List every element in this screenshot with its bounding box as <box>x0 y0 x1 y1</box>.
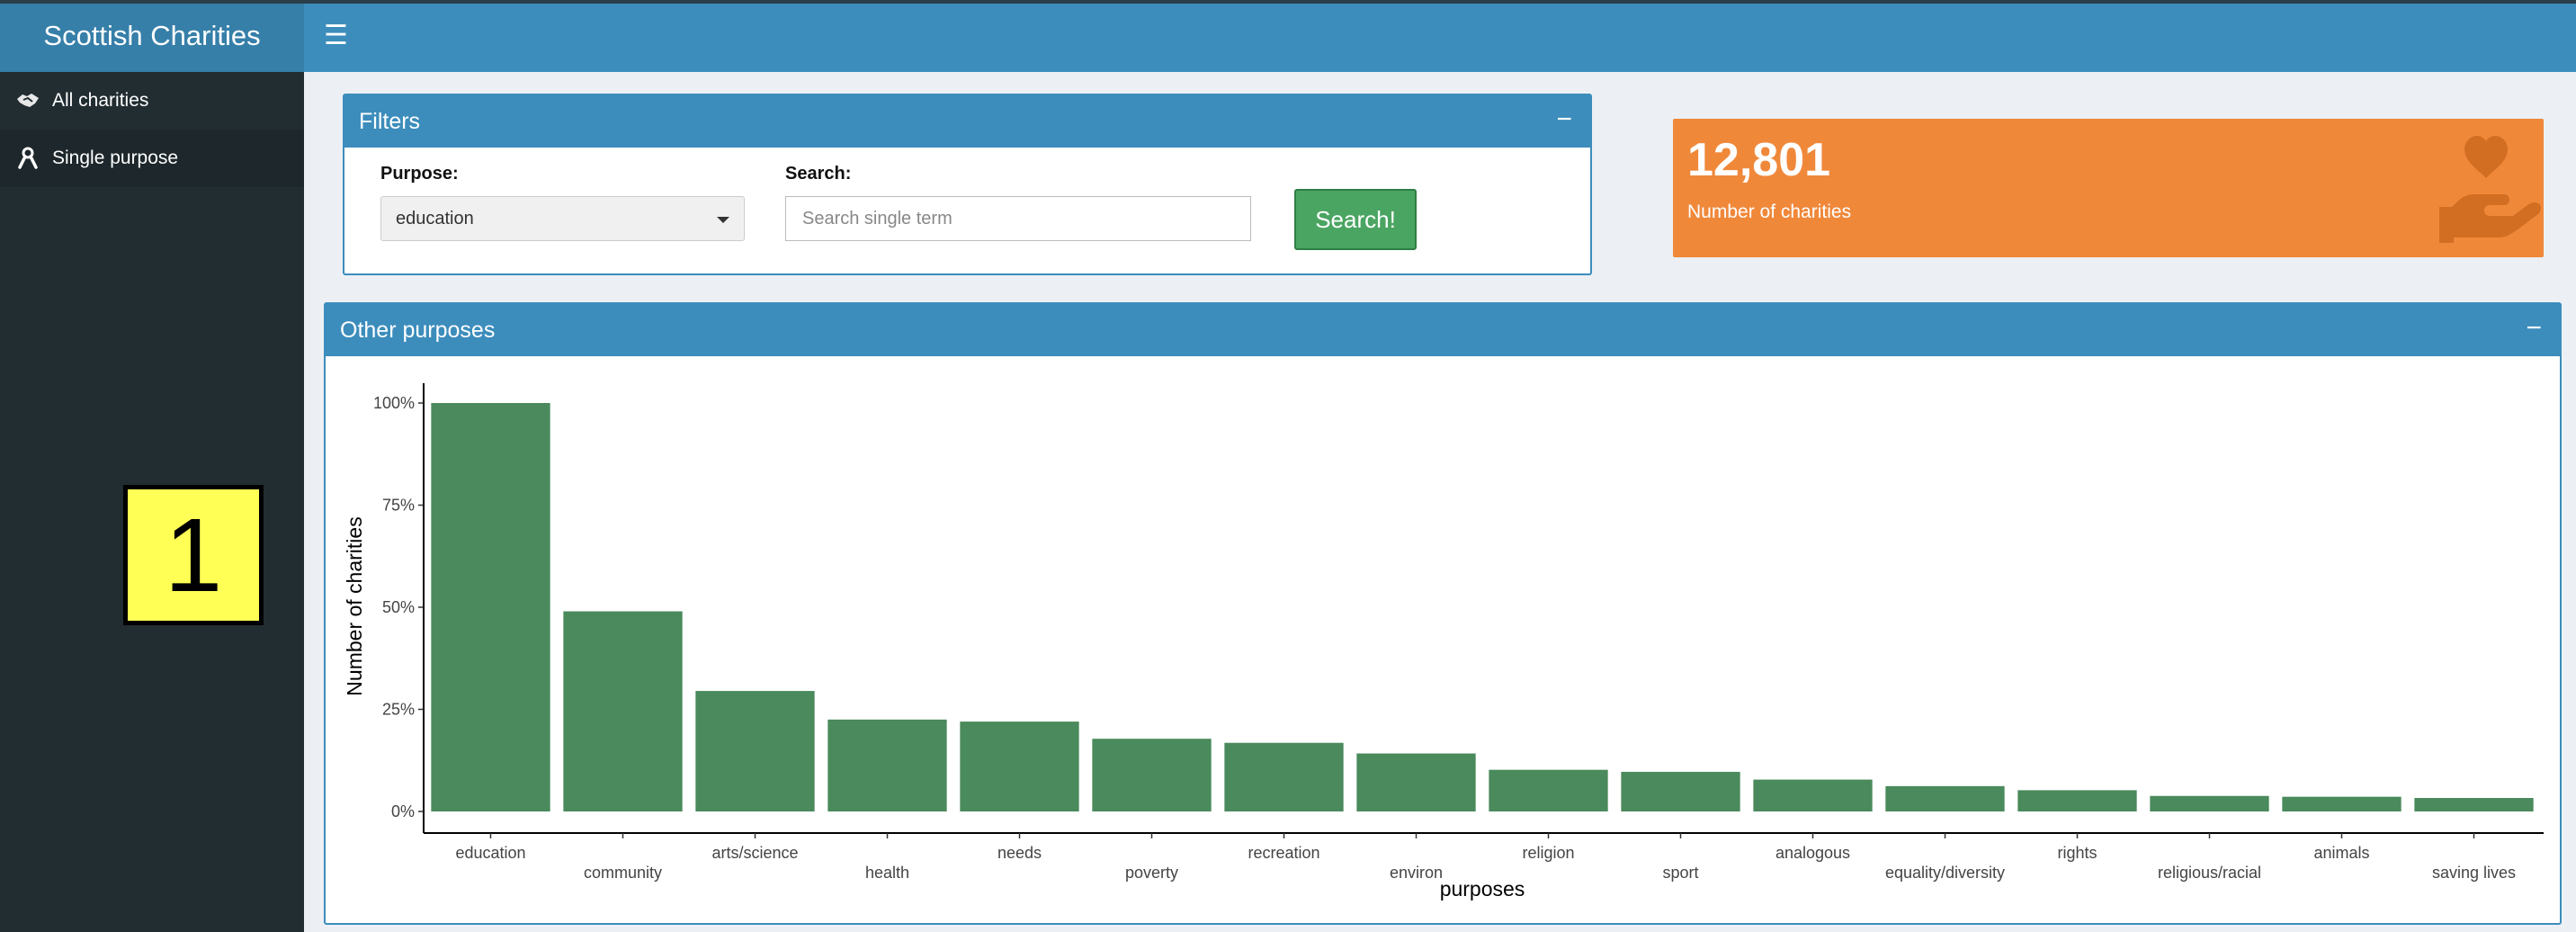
bar-arts-science <box>695 691 815 811</box>
sidebar-item-label: All charities <box>52 90 149 111</box>
charity-count-label: Number of charities <box>1687 202 1852 222</box>
hamburger-menu-icon[interactable]: ☰ <box>324 22 348 49</box>
purpose-label: Purpose: <box>380 164 459 184</box>
x-tick-label: needs <box>997 844 1042 862</box>
y-tick-label: 0% <box>391 802 415 820</box>
bar-environ <box>1356 753 1476 811</box>
bar-poverty <box>1092 739 1212 811</box>
caret-down-icon <box>717 217 729 223</box>
x-tick-label: saving lives <box>2432 864 2516 882</box>
charity-count-valuebox: 12,801 Number of charities <box>1673 119 2544 257</box>
bar-sport <box>1621 771 1740 811</box>
search-input[interactable] <box>785 196 1251 241</box>
sidebar-item-label: Single purpose <box>52 148 179 168</box>
window-top-border <box>0 0 2576 4</box>
filters-title: Filters <box>359 108 421 134</box>
bar-religious-racial <box>2150 795 2269 811</box>
charity-count-value: 12,801 <box>1687 134 1831 186</box>
bar-equality-diversity <box>1885 785 2005 811</box>
purpose-select-value: education <box>396 208 474 229</box>
bar-saving-lives <box>2414 798 2534 811</box>
x-tick-label: health <box>865 864 909 882</box>
x-tick-label: environ <box>1390 864 1443 882</box>
bar-needs <box>960 721 1079 811</box>
filters-header: Filters − <box>344 95 1590 148</box>
y-tick-label: 25% <box>382 701 415 719</box>
bar-animals <box>2282 796 2402 811</box>
top-navbar: ☰ <box>304 0 2576 72</box>
filters-panel: Filters − Purpose: education Search: Sea… <box>343 94 1592 275</box>
x-tick-label: rights <box>2057 844 2097 862</box>
bar-rights <box>2017 790 2137 811</box>
collapse-icon[interactable]: − <box>1556 104 1572 135</box>
x-tick-label: analogous <box>1775 844 1850 862</box>
y-tick-label: 50% <box>382 598 415 616</box>
search-button[interactable]: Search! <box>1294 189 1417 250</box>
x-tick-label: recreation <box>1248 844 1319 862</box>
handshake-icon <box>16 89 40 112</box>
app-title[interactable]: Scottish Charities <box>0 0 304 72</box>
x-tick-label: equality/diversity <box>1885 864 2005 882</box>
search-label: Search: <box>785 164 852 184</box>
other-purposes-panel: Other purposes − 0% 25% 50% 75% 100% educatio… <box>324 302 2562 925</box>
x-axis-title: purposes <box>1440 877 1525 901</box>
sidebar-item-single-purpose[interactable]: Single purpose <box>0 130 304 187</box>
x-tick-label: education <box>455 844 525 862</box>
bar-community <box>563 611 683 811</box>
x-tick-label: community <box>584 864 662 882</box>
bar-analogous <box>1753 779 1873 811</box>
bar-recreation <box>1224 742 1344 811</box>
y-axis-title: Number of charities <box>343 516 366 695</box>
bar-education <box>431 403 550 811</box>
x-tick-label: religion <box>1522 844 1574 862</box>
x-tick-label: arts/science <box>711 844 798 862</box>
y-tick-label: 75% <box>382 497 415 515</box>
other-purposes-header: Other purposes − <box>326 304 2560 356</box>
number-badge: 1 <box>123 485 264 625</box>
bar-religion <box>1489 769 1608 811</box>
other-purposes-title: Other purposes <box>340 317 496 343</box>
bar-health <box>827 719 947 811</box>
x-tick-label: sport <box>1662 864 1698 882</box>
y-tick-label: 100% <box>373 394 415 412</box>
hand-holding-heart-icon <box>2427 131 2544 249</box>
x-tick-label: animals <box>2313 844 2369 862</box>
sidebar-item-all-charities[interactable]: All charities <box>0 72 304 130</box>
purposes-bar-chart: 0% 25% 50% 75% 100% education community arts/sc… <box>343 383 2544 901</box>
ribbon-icon <box>16 147 40 170</box>
x-tick-label: religious/racial <box>2158 864 2261 882</box>
purpose-select[interactable]: education <box>380 196 745 241</box>
sidebar: Scottish Charities All charities Single … <box>0 0 304 932</box>
x-tick-label: poverty <box>1125 864 1178 882</box>
collapse-icon[interactable]: − <box>2526 313 2542 344</box>
